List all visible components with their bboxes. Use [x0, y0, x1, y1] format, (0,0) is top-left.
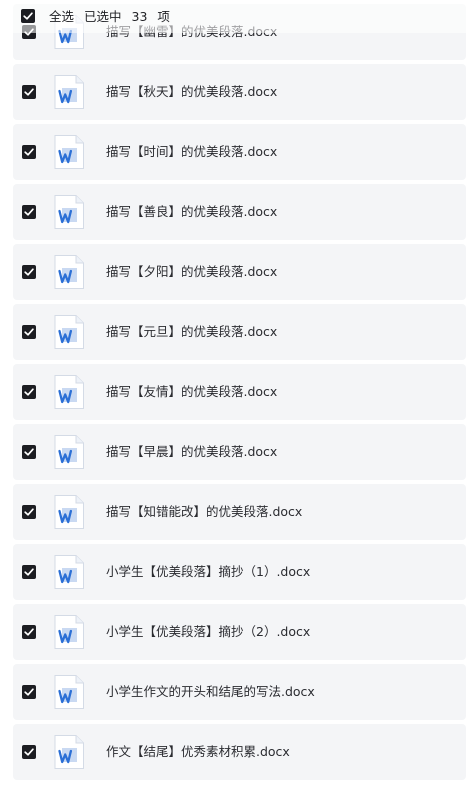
file-row[interactable]: 小学生【优美段落】摘抄（1）.docx: [13, 544, 466, 600]
file-name[interactable]: 描写【夕阳】的优美段落.docx: [106, 244, 277, 300]
file-row[interactable]: 小学生作文的开头和结尾的写法.docx: [13, 664, 466, 720]
file-row[interactable]: 描写【元旦】的优美段落.docx: [13, 304, 466, 360]
file-row[interactable]: 小学生【优美段落】摘抄（2）.docx: [13, 604, 466, 660]
file-name[interactable]: 描写【善良】的优美段落.docx: [106, 184, 277, 240]
file-row[interactable]: 描写【早晨】的优美段落.docx: [13, 424, 466, 480]
word-file-icon: [53, 734, 85, 770]
selection-header: 全选 已选中 33 项: [0, 0, 466, 33]
word-file-icon: [53, 434, 85, 470]
file-row[interactable]: 描写【秋天】的优美段落.docx: [13, 64, 466, 120]
checkbox-checked-icon[interactable]: [22, 445, 36, 459]
file-name[interactable]: 小学生作文的开头和结尾的写法.docx: [106, 664, 315, 720]
checkbox-checked-icon[interactable]: [22, 325, 36, 339]
file-name[interactable]: 小学生【优美段落】摘抄（1）.docx: [106, 544, 310, 600]
file-name[interactable]: 描写【元旦】的优美段落.docx: [106, 304, 277, 360]
file-row[interactable]: 描写【夕阳】的优美段落.docx: [13, 244, 466, 300]
file-name[interactable]: 描写【时间】的优美段落.docx: [106, 124, 277, 180]
selected-count: 33: [131, 9, 148, 24]
selected-prefix: 已选中: [84, 9, 122, 24]
word-file-icon: [53, 614, 85, 650]
checkbox-checked-icon[interactable]: [22, 565, 36, 579]
file-row[interactable]: 描写【善良】的优美段落.docx: [13, 184, 466, 240]
checkbox-checked-icon[interactable]: [22, 385, 36, 399]
word-file-icon: [53, 554, 85, 590]
file-name[interactable]: 小学生【优美段落】摘抄（2）.docx: [106, 604, 310, 660]
file-name[interactable]: 描写【知错能改】的优美段落.docx: [106, 484, 302, 540]
word-file-icon: [53, 494, 85, 530]
word-file-icon: [53, 194, 85, 230]
file-list-page: 描写【幽雷】的优美段落.docx描写【秋天】的优美段落.docx描写【时间】的优…: [0, 0, 466, 787]
word-file-icon: [53, 674, 85, 710]
selection-summary: 全选 已选中 33 项: [49, 0, 176, 33]
file-row[interactable]: 作文【结尾】优秀素材积累.docx: [13, 724, 466, 780]
word-file-icon: [53, 74, 85, 110]
checkbox-checked-icon[interactable]: [22, 85, 36, 99]
file-name[interactable]: 作文【结尾】优秀素材积累.docx: [106, 724, 290, 780]
checkbox-checked-icon[interactable]: [22, 505, 36, 519]
word-file-icon: [53, 254, 85, 290]
word-file-icon: [53, 314, 85, 350]
file-row[interactable]: 描写【时间】的优美段落.docx: [13, 124, 466, 180]
file-row[interactable]: 描写【知错能改】的优美段落.docx: [13, 484, 466, 540]
select-all-checkbox-icon[interactable]: [21, 9, 35, 23]
checkbox-checked-icon[interactable]: [22, 265, 36, 279]
checkbox-checked-icon[interactable]: [22, 685, 36, 699]
checkbox-checked-icon[interactable]: [22, 745, 36, 759]
selected-suffix: 项: [157, 9, 170, 24]
checkbox-checked-icon[interactable]: [22, 145, 36, 159]
checkbox-checked-icon[interactable]: [22, 205, 36, 219]
file-row[interactable]: 描写【友情】的优美段落.docx: [13, 364, 466, 420]
word-file-icon: [53, 134, 85, 170]
select-all-label[interactable]: 全选: [49, 9, 74, 24]
file-name[interactable]: 描写【早晨】的优美段落.docx: [106, 424, 277, 480]
file-name[interactable]: 描写【友情】的优美段落.docx: [106, 364, 277, 420]
word-file-icon: [53, 374, 85, 410]
checkbox-checked-icon[interactable]: [22, 625, 36, 639]
file-name[interactable]: 描写【秋天】的优美段落.docx: [106, 64, 277, 120]
